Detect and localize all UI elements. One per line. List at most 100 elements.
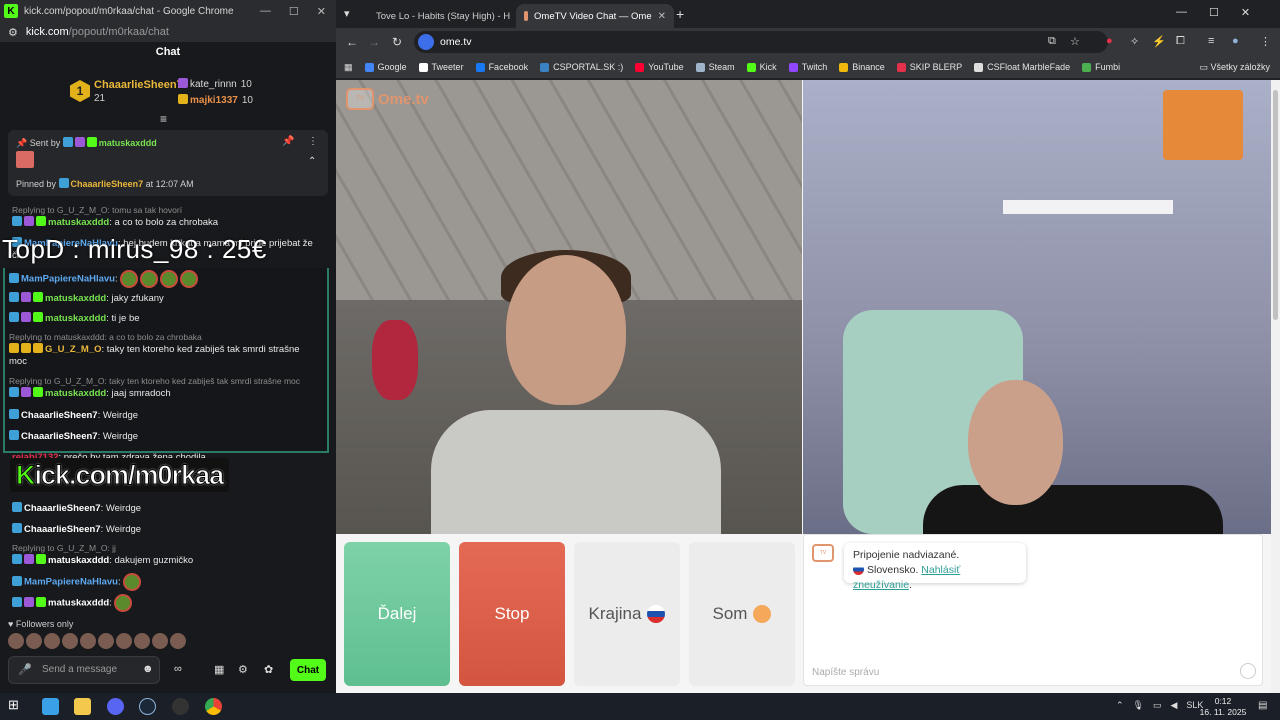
bookmark-item[interactable]: SKIP BLERP <box>896 62 962 72</box>
ometv-logo-icon: TV <box>812 544 834 562</box>
discord-icon[interactable] <box>107 698 124 715</box>
emoji-icon[interactable]: ☻ <box>142 663 154 675</box>
message-input[interactable]: Napíšte správu <box>812 667 879 678</box>
maximize-icon[interactable]: ☐ <box>289 5 299 18</box>
gift-icon <box>178 78 188 88</box>
chat-username[interactable]: MamPapiereNaHlavu <box>21 274 115 285</box>
extensions-puzzle-icon[interactable]: ⧠ <box>1176 35 1185 48</box>
app-icon[interactable] <box>42 698 59 715</box>
install-icon[interactable]: ⧉ <box>1048 35 1056 48</box>
chat-username[interactable]: ChaaarlieSheen7 <box>21 431 98 442</box>
chat-username[interactable]: ChaaarlieSheen7 <box>24 524 101 535</box>
volume-icon[interactable]: ◀ <box>1171 700 1178 711</box>
more-options-icon[interactable]: ⋮ <box>308 136 318 147</box>
bookmark-item[interactable]: Google <box>364 62 407 72</box>
chat-message: ChaaarlieSheen7: Weirdge <box>9 409 319 422</box>
close-icon[interactable]: ✕ <box>1241 6 1250 19</box>
extension-icon[interactable]: ⚡ <box>1152 35 1166 48</box>
media-icon[interactable]: ≡ <box>1208 35 1214 47</box>
bookmark-item[interactable]: Fumbi <box>1082 62 1120 72</box>
expand-leaderboard-icon[interactable]: ≡ <box>160 112 167 126</box>
gift-leaderboard: 1 ChaaarlieSheen7 21 kate_rinnn 10 majki1… <box>70 76 270 106</box>
sent-by-user[interactable]: matuskaxddd <box>99 138 157 148</box>
chevron-up-icon[interactable]: ⌃ <box>1116 700 1124 711</box>
gift-icon[interactable]: ✿ <box>264 663 273 676</box>
all-bookmarks[interactable]: ▭ Všetky záložky <box>1199 62 1270 73</box>
gender-button[interactable]: Som <box>689 542 795 686</box>
tab-ometv[interactable]: OmeTV Video Chat — Ome ✕ <box>516 4 674 28</box>
network-icon[interactable]: ▭ <box>1153 700 1162 711</box>
country-button[interactable]: Krajina <box>574 542 680 686</box>
stop-button[interactable]: Stop <box>459 542 565 686</box>
app-icon[interactable] <box>172 698 189 715</box>
ometv-logo-icon: TV <box>346 88 374 110</box>
chrome-icon[interactable] <box>205 698 222 715</box>
kick-chat-window: K kick.com/popout/m0rkaa/chat - Google C… <box>0 0 336 693</box>
close-tab-icon[interactable]: ✕ <box>658 11 666 22</box>
bookmark-item[interactable]: CSPORTAL.SK :) <box>540 62 623 72</box>
chat-username[interactable]: ChaaarlieSheen7 <box>21 410 98 421</box>
forward-icon[interactable]: → <box>368 35 380 49</box>
extension-icon[interactable]: ● <box>1106 35 1113 47</box>
leader-third-name[interactable]: majki1337 <box>190 95 238 106</box>
chat-username[interactable]: G_U_Z_M_O <box>45 344 102 355</box>
chat-username[interactable]: matuskaxddd <box>45 388 106 399</box>
maximize-icon[interactable]: ☐ <box>1209 6 1219 19</box>
tab-search-icon[interactable]: ▾ <box>344 7 350 20</box>
close-icon[interactable]: ✕ <box>317 5 326 18</box>
pinned-by-user[interactable]: ChaaarlieSheen7 <box>71 179 144 189</box>
back-icon[interactable]: ← <box>346 35 358 49</box>
bookmark-item[interactable]: Binance <box>839 62 885 72</box>
file-explorer-icon[interactable] <box>74 698 91 715</box>
reload-icon[interactable]: ↻ <box>392 35 402 49</box>
leader-top-count: 21 <box>94 93 106 104</box>
bookmark-item[interactable]: Tweeter <box>418 62 464 72</box>
bookmark-item[interactable]: CSFloat MarbleFade <box>974 62 1070 72</box>
apps-icon[interactable]: ▦ <box>344 62 353 73</box>
next-button[interactable]: Ďalej <box>344 542 450 686</box>
leader-top-name[interactable]: ChaaarlieSheen7 <box>94 79 183 91</box>
chat-username[interactable]: MamPapiereNaHlavu <box>24 577 118 588</box>
omnibox[interactable]: ome.tv ⧉ ☆ <box>414 31 1108 53</box>
clock[interactable]: 0:12 16. 11. 2025 <box>1198 696 1248 718</box>
bookmark-item[interactable]: YouTube <box>635 62 684 72</box>
link-icon[interactable]: ∞ <box>174 663 182 675</box>
emoji-icon[interactable] <box>1240 663 1256 679</box>
tab-youtube[interactable]: Tove Lo - Habits (Stay High) - H ✕ <box>362 4 514 28</box>
address-bar: ⚙ kick.com/popout/m0rkaa/chat <box>0 22 336 42</box>
bookmark-star-icon[interactable]: ☆ <box>1070 35 1080 48</box>
mic-icon[interactable]: 🎙 <box>1133 700 1144 711</box>
pin-icon: 📌 <box>16 138 28 148</box>
bookmark-item[interactable]: Twitch <box>788 62 827 72</box>
page-scrollbar[interactable] <box>1271 80 1280 693</box>
site-info-icon[interactable] <box>418 34 434 50</box>
chevron-up-icon[interactable]: ⌃ <box>308 156 316 167</box>
chat-username[interactable]: matuskaxddd <box>48 217 109 228</box>
send-chat-button[interactable]: Chat <box>290 659 326 681</box>
chrome-window: ▾ Tove Lo - Habits (Stay High) - H ✕ Ome… <box>336 0 1280 693</box>
slovakia-flag-icon <box>853 564 864 575</box>
new-tab-icon[interactable]: + <box>676 6 684 22</box>
bookmark-item[interactable]: Facebook <box>475 62 528 72</box>
chat-username[interactable]: matuskaxddd <box>48 598 109 609</box>
unpin-icon[interactable]: 📌 <box>282 136 294 147</box>
minimize-icon[interactable]: — <box>1176 6 1187 19</box>
windows-start-icon[interactable]: ⊞ <box>8 697 25 714</box>
store-icon[interactable]: ▦ <box>214 663 224 676</box>
bookmark-item[interactable]: Steam <box>695 62 735 72</box>
settings-icon[interactable]: ⚙ <box>238 663 248 676</box>
bookmark-item[interactable]: Kick <box>746 62 777 72</box>
extension-icon[interactable]: ✧ <box>1130 35 1139 48</box>
chat-username[interactable]: matuskaxddd <box>48 555 109 566</box>
mic-icon[interactable]: 🎤 <box>18 663 32 676</box>
chat-username[interactable]: ChaaarlieSheen7 <box>24 503 101 514</box>
chat-username[interactable]: matuskaxddd <box>45 313 106 324</box>
site-info-icon[interactable]: ⚙ <box>8 26 18 39</box>
minimize-icon[interactable]: — <box>260 5 271 18</box>
chat-username[interactable]: matuskaxddd <box>45 293 106 304</box>
profile-avatar[interactable]: ● <box>1232 35 1239 47</box>
menu-icon[interactable]: ⋮ <box>1260 35 1271 48</box>
steam-icon[interactable] <box>139 698 156 715</box>
notifications-icon[interactable]: ▤ <box>1258 700 1267 711</box>
leader-second-name[interactable]: kate_rinnn <box>190 79 237 90</box>
